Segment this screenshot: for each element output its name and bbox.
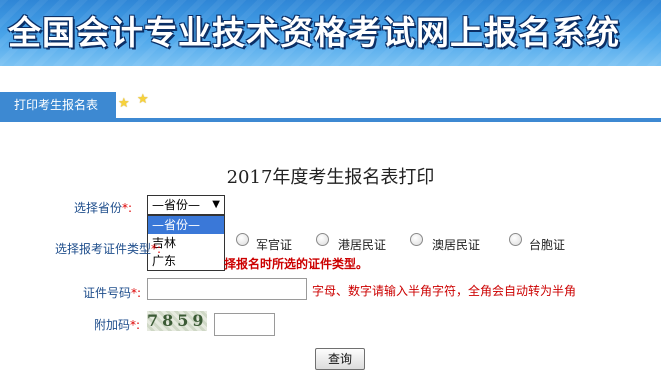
- id-type-warning: 择报名时所选的证件类型。: [224, 257, 369, 271]
- captcha-label: 附加码*:: [93, 318, 140, 332]
- radio-military-id[interactable]: [236, 233, 249, 246]
- radio-label-macau-resident: 澳居民证: [432, 238, 481, 252]
- radio-label-military-id: 军官证: [256, 238, 293, 252]
- page-title: 2017年度考生报名表打印: [226, 167, 435, 188]
- captcha-image[interactable]: 7859: [147, 311, 207, 331]
- nav-bar: 打印考生报名表 ★ ★: [0, 88, 661, 122]
- header-banner: 全国会计专业技术资格考试网上报名系统: [0, 0, 661, 66]
- radio-macau-resident[interactable]: [410, 233, 423, 246]
- radio-taiwan-permit[interactable]: [509, 233, 522, 246]
- province-select[interactable]: —省份— ▼: [147, 195, 225, 215]
- radio-hk-resident[interactable]: [316, 233, 329, 246]
- province-selected-value: —省份—: [152, 198, 201, 212]
- id-type-label: 选择报考证件类型*:: [54, 242, 161, 256]
- star-icon: ★: [118, 96, 130, 111]
- id-number-hint: 字母、数字请输入半角字符，全角会自动转为半角: [312, 284, 577, 298]
- radio-label-taiwan-permit: 台胞证: [529, 238, 566, 252]
- id-number-label: 证件号码*:: [82, 286, 141, 300]
- province-option[interactable]: —省份—: [148, 216, 224, 234]
- chevron-down-icon[interactable]: ▼: [212, 196, 220, 214]
- id-number-input[interactable]: [147, 278, 307, 300]
- radio-label-hk-resident: 港居民证: [338, 238, 387, 252]
- province-label: 选择省份*:: [73, 201, 132, 215]
- captcha-input[interactable]: [214, 313, 275, 336]
- star-icon: ★: [137, 92, 149, 107]
- tab-print-form[interactable]: 打印考生报名表: [0, 92, 116, 122]
- site-title: 全国会计专业技术资格考试网上报名系统: [8, 13, 620, 52]
- query-button[interactable]: 查询: [315, 348, 365, 370]
